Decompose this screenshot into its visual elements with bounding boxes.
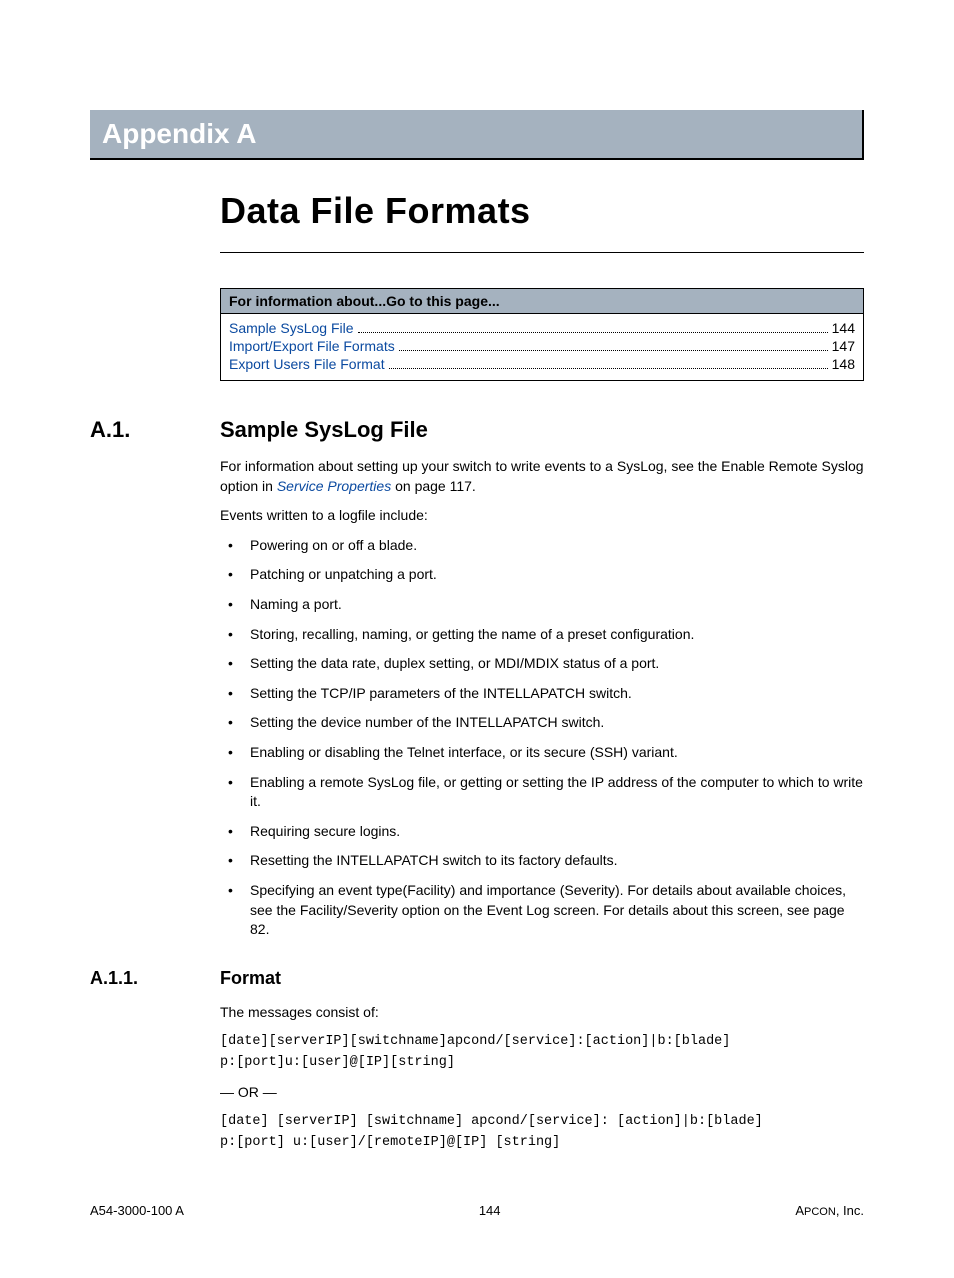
list-item: Enabling a remote SysLog file, or gettin… (220, 773, 864, 812)
format-code-2: [date] [serverIP] [switchname] apcond/[s… (220, 1112, 864, 1153)
list-item: Setting the TCP/IP parameters of the INT… (220, 684, 864, 704)
toc-dots (358, 332, 828, 333)
toc-dots (389, 368, 828, 369)
or-separator: — OR — (220, 1083, 864, 1103)
list-item: Setting the data rate, duplex setting, o… (220, 654, 864, 674)
footer-company-prefix: A (795, 1203, 804, 1218)
section-a11-body: The messages consist of: [date][serverIP… (220, 1003, 864, 1153)
toc-page: 144 (832, 320, 855, 336)
list-item: Resetting the INTELLAPATCH switch to its… (220, 851, 864, 871)
footer-company-caps: PCON (804, 1206, 836, 1218)
toc-box: For information about...Go to this page.… (220, 288, 864, 381)
section-number: A.1. (90, 417, 220, 443)
subsection-title: Format (220, 968, 281, 989)
toc-dots (399, 350, 828, 351)
toc-link-export-users[interactable]: Export Users File Format (229, 356, 385, 372)
list-item: Specifying an event type(Facility) and i… (220, 881, 864, 940)
list-item: Patching or unpatching a port. (220, 565, 864, 585)
toc-body: Sample SysLog File 144 Import/Export Fil… (221, 314, 863, 380)
list-item: Storing, recalling, naming, or getting t… (220, 625, 864, 645)
toc-row: Import/Export File Formats 147 (229, 338, 855, 354)
footer-company: APCON, Inc. (795, 1203, 864, 1218)
footer-page-number: 144 (479, 1203, 501, 1218)
toc-row: Export Users File Format 148 (229, 356, 855, 372)
events-list: Powering on or off a blade. Patching or … (220, 536, 864, 940)
section-a1-body: For information about setting up your sw… (220, 457, 864, 940)
toc-header: For information about...Go to this page.… (221, 289, 863, 314)
list-item: Setting the device number of the INTELLA… (220, 713, 864, 733)
list-item: Enabling or disabling the Telnet interfa… (220, 743, 864, 763)
toc-link-syslog[interactable]: Sample SysLog File (229, 320, 354, 336)
toc-link-import-export[interactable]: Import/Export File Formats (229, 338, 395, 354)
footer-company-suffix: , Inc. (836, 1203, 864, 1218)
service-properties-link[interactable]: Service Properties (277, 478, 391, 494)
intro-text-after: on page 117. (391, 478, 476, 494)
format-code-1: [date][serverIP][switchname]apcond/[serv… (220, 1032, 864, 1073)
events-intro: Events written to a logfile include: (220, 506, 864, 526)
page-title: Data File Formats (220, 190, 864, 232)
footer-doc-id: A54-3000-100 A (90, 1203, 184, 1218)
section-heading-a1: A.1. Sample SysLog File (90, 417, 864, 443)
msg-intro: The messages consist of: (220, 1003, 864, 1023)
list-item: Requiring secure logins. (220, 822, 864, 842)
intro-paragraph: For information about setting up your sw… (220, 457, 864, 496)
toc-row: Sample SysLog File 144 (229, 320, 855, 336)
section-title: Sample SysLog File (220, 417, 428, 443)
subsection-number: A.1.1. (90, 968, 220, 989)
title-rule (220, 252, 864, 253)
toc-page: 148 (832, 356, 855, 372)
list-item: Powering on or off a blade. (220, 536, 864, 556)
appendix-banner: Appendix A (90, 110, 864, 160)
list-item: Naming a port. (220, 595, 864, 615)
page-footer: A54-3000-100 A 144 APCON, Inc. (90, 1203, 864, 1218)
toc-page: 147 (832, 338, 855, 354)
section-heading-a11: A.1.1. Format (90, 968, 864, 989)
